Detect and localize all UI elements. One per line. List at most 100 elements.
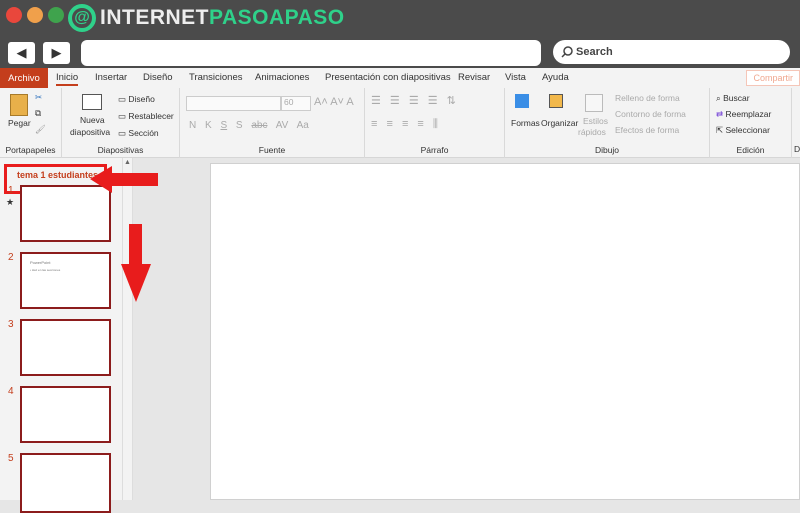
- section-button[interactable]: ▭ Sección: [118, 128, 159, 139]
- shape-effects-button[interactable]: Efectos de forma: [615, 125, 679, 135]
- tab-archivo[interactable]: Archivo: [0, 68, 48, 88]
- ribbon-tabs: Archivo Inicio Insertar Diseño Transicio…: [0, 68, 800, 88]
- forward-button[interactable]: ▶: [43, 42, 70, 64]
- select-button[interactable]: ⇱ Seleccionar: [716, 125, 770, 136]
- tab-insertar[interactable]: Insertar: [95, 72, 127, 83]
- shapes-button[interactable]: Formas: [511, 118, 540, 128]
- group-label: Fuente: [258, 145, 286, 155]
- quick-styles-icon: [585, 94, 603, 112]
- reset-button[interactable]: ▭ Restablecer: [118, 111, 174, 122]
- slide-number: 2: [8, 252, 14, 263]
- bold-button[interactable]: N: [189, 120, 196, 131]
- new-slide-icon: [82, 94, 102, 110]
- slide-thumbnail-2[interactable]: PowerPoint • Haz en las secciones: [20, 252, 111, 309]
- find-label: Buscar: [723, 93, 750, 103]
- section-title: tema 1 estudiantes: [17, 170, 99, 180]
- layout-button[interactable]: ▭ Diseño: [118, 94, 155, 105]
- new-slide-button[interactable]: diapositiva: [70, 127, 110, 137]
- slides-scrollbar[interactable]: ▲: [122, 158, 133, 500]
- group-fuente: 60 A˄ A˅ A N K S S abc AV Aa Fuente: [180, 88, 365, 158]
- replace-label: Reemplazar: [725, 109, 772, 119]
- address-bar[interactable]: [81, 40, 541, 66]
- group-label: Párrafo: [420, 145, 449, 155]
- arrange-icon: [549, 94, 563, 108]
- font-format-buttons[interactable]: N K S S abc AV Aa: [189, 120, 309, 131]
- close-window-button[interactable]: [6, 7, 22, 23]
- font-size-select[interactable]: 60: [281, 96, 311, 111]
- find-button[interactable]: ⌕ Buscar: [716, 93, 750, 104]
- shadow-button[interactable]: S: [236, 120, 243, 131]
- group-edicion: ⌕ Buscar ⇄ Reemplazar ⇱ Seleccionar Edic…: [710, 88, 792, 158]
- slide-thumbnail-5[interactable]: [20, 453, 111, 513]
- share-button[interactable]: Compartir: [746, 70, 800, 86]
- paste-icon: [10, 94, 28, 116]
- spacing-button[interactable]: AV: [276, 120, 289, 131]
- copy-icon[interactable]: ⧉: [35, 108, 41, 119]
- tab-animaciones[interactable]: Animaciones: [255, 72, 309, 83]
- back-button[interactable]: ◀: [8, 42, 35, 64]
- logo-mark-icon: @: [68, 4, 96, 32]
- group-diapositivas: Nueva diapositiva ▭ Diseño ▭ Restablecer…: [62, 88, 180, 158]
- thumb-bullet: • Haz en las secciones: [30, 268, 61, 272]
- shape-fill-button[interactable]: Relleno de forma: [615, 93, 680, 103]
- tab-presentacion[interactable]: Presentación con diapositivas: [325, 72, 451, 83]
- annotation-arrow-down-icon: [121, 224, 151, 302]
- group-label-cut: Di: [794, 144, 800, 154]
- group-portapapeles: Pegar ✂ ⧉ 🖌 Portapapeles: [0, 88, 62, 158]
- logo-text-green: PASOAPASO: [209, 6, 345, 29]
- minimize-window-button[interactable]: [27, 7, 43, 23]
- group-label: Portapapeles: [5, 145, 56, 155]
- align-buttons[interactable]: ≡ ≡ ≡ ≡ ⫼: [371, 118, 441, 131]
- quick-styles-button-line2[interactable]: rápidos: [578, 127, 606, 137]
- cut-icon[interactable]: ✂: [35, 92, 42, 103]
- format-painter-icon[interactable]: 🖌: [35, 124, 46, 135]
- annotation-arrow-left-icon: [90, 166, 158, 193]
- maximize-window-button[interactable]: [48, 7, 64, 23]
- slide-canvas[interactable]: [210, 163, 800, 500]
- strikethrough-button[interactable]: abc: [251, 120, 267, 131]
- paste-button[interactable]: Pegar: [8, 118, 31, 128]
- thumb-title: PowerPoint: [30, 260, 51, 265]
- group-dibujo: Formas Organizar Estilos rápidos Relleno…: [505, 88, 710, 158]
- tab-transiciones[interactable]: Transiciones: [189, 72, 243, 83]
- scroll-up-icon[interactable]: ▲: [124, 159, 131, 166]
- section-label: Sección: [128, 128, 159, 138]
- slide-number: 3: [8, 319, 14, 330]
- ribbon: Pegar ✂ ⧉ 🖌 Portapapeles Nueva diapositi…: [0, 88, 800, 158]
- search-placeholder: Search: [576, 46, 613, 58]
- logo: @ INTERNET PASOAPASO: [68, 4, 345, 32]
- quick-styles-button[interactable]: Estilos: [583, 116, 608, 126]
- tab-ayuda[interactable]: Ayuda: [542, 72, 569, 83]
- italic-button[interactable]: K: [205, 120, 212, 131]
- tab-diseno[interactable]: Diseño: [143, 72, 173, 83]
- list-buttons[interactable]: ☰ ☰ ☰ ☰ ⇅: [371, 94, 459, 107]
- slide-thumbnail-3[interactable]: [20, 319, 111, 376]
- search-input[interactable]: Search: [553, 40, 790, 64]
- reset-label: Restablecer: [128, 111, 174, 121]
- arrange-button[interactable]: Organizar: [541, 118, 578, 128]
- tab-revisar[interactable]: Revisar: [458, 72, 490, 83]
- tab-inicio[interactable]: Inicio: [56, 72, 79, 86]
- underline-button[interactable]: S: [220, 120, 227, 131]
- shapes-icon: [515, 94, 529, 108]
- group-label: Dibujo: [594, 145, 620, 155]
- tab-vista[interactable]: Vista: [505, 72, 526, 83]
- shape-outline-button[interactable]: Contorno de forma: [615, 109, 686, 119]
- slide-thumbnail-4[interactable]: [20, 386, 111, 443]
- font-family-select[interactable]: [186, 96, 281, 111]
- layout-label: Diseño: [128, 94, 155, 104]
- group-label: Edición: [736, 145, 765, 155]
- window-titlebar: @ INTERNET PASOAPASO: [0, 0, 800, 36]
- grow-font-icon[interactable]: A˄ A˅ A: [314, 96, 354, 108]
- new-slide-button-line1[interactable]: Nueva: [80, 115, 105, 125]
- case-button[interactable]: Aa: [297, 120, 309, 131]
- slide-number: 5: [8, 453, 14, 464]
- group-parrafo: ☰ ☰ ☰ ☰ ⇅ ≡ ≡ ≡ ≡ ⫼ Párrafo: [365, 88, 505, 158]
- replace-button[interactable]: ⇄ Reemplazar: [716, 109, 771, 120]
- logo-text-white: INTERNET: [100, 6, 209, 29]
- slide-number: 1: [8, 185, 14, 196]
- search-icon: [561, 46, 573, 58]
- group-label: Diapositivas: [97, 145, 144, 155]
- slide-number: 4: [8, 386, 14, 397]
- select-label: Seleccionar: [725, 125, 770, 135]
